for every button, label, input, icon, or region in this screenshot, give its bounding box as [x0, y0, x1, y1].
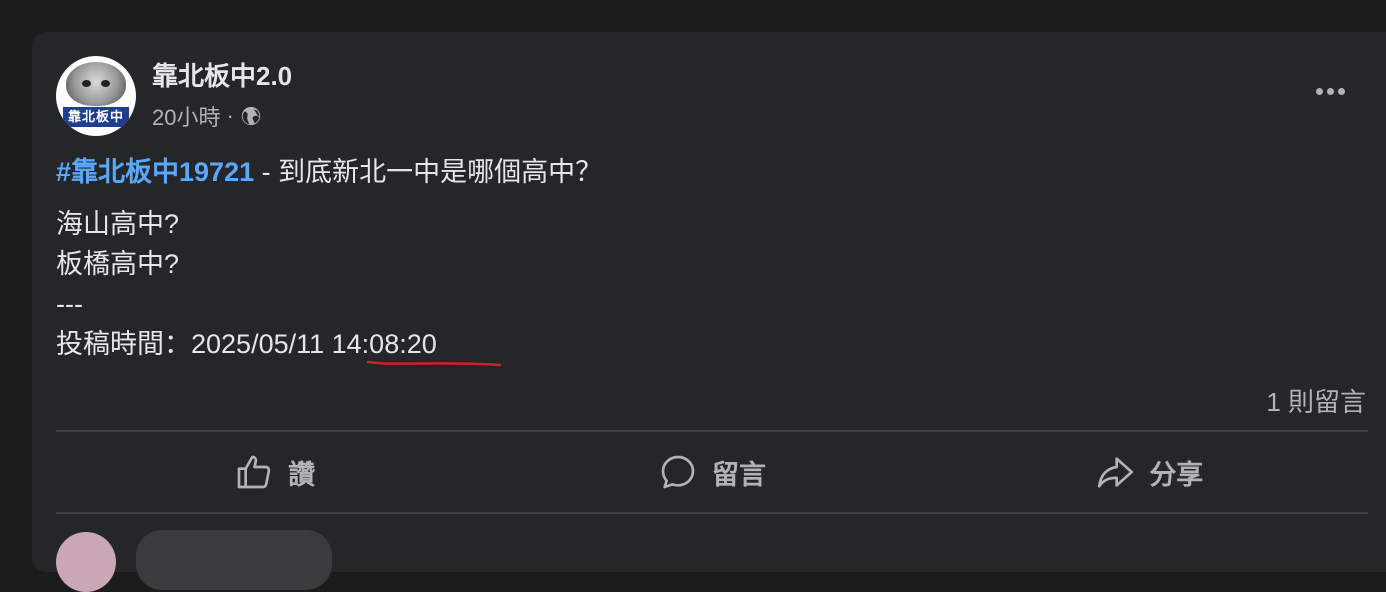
post-time-link[interactable]: 20小時	[152, 100, 220, 132]
meta-separator: ·	[226, 103, 234, 128]
hashtag-link[interactable]: #靠北板中19721	[56, 157, 254, 187]
posted-label: 投稿時間：	[56, 329, 191, 359]
like-label: 讚	[288, 459, 316, 490]
post-body: #靠北板中19721 - 到底新北一中是哪個高中？ 海山高中? 板橋高中? --…	[56, 152, 1356, 364]
post-line: ---	[56, 289, 83, 319]
commenter-avatar[interactable]	[56, 532, 116, 592]
divider-top	[56, 430, 1368, 432]
share-label: 分享	[1149, 459, 1204, 490]
logo-eye	[82, 80, 91, 87]
more-dot	[1337, 87, 1345, 95]
share-button[interactable]: 分享	[931, 434, 1368, 510]
comment-bubble-icon	[661, 455, 695, 489]
comment-count-link[interactable]: 1 則留言	[1266, 382, 1366, 419]
globe-icon[interactable]	[240, 105, 262, 127]
divider-bottom	[56, 512, 1368, 514]
share-arrow-icon	[1098, 457, 1134, 488]
avatar-logo-text: 靠北板中	[62, 106, 130, 128]
more-options-button[interactable]	[1308, 76, 1352, 106]
post-title-line: #靠北板中19721 - 到底新北一中是哪個高中？	[56, 152, 1356, 192]
comment-label: 留言	[711, 459, 766, 490]
posted-date: 2025/05/11	[191, 329, 332, 359]
dog-logo-icon	[66, 62, 126, 106]
post-title-text: - 到底新北一中是哪個高中？	[254, 157, 603, 187]
thumbs-up-icon	[237, 455, 271, 489]
post-line: 板橋高中?	[56, 249, 180, 279]
action-bar: 讚 留言 分享	[56, 434, 1368, 510]
more-dot	[1326, 87, 1334, 95]
post-card: 靠北板中 靠北板中2.0 20小時 · #靠北板中19721 - 到底新北一中是…	[32, 32, 1386, 592]
comment-bubble[interactable]	[136, 530, 332, 590]
post-line: 海山高中?	[56, 209, 180, 239]
page-name-link[interactable]: 靠北板中2.0	[152, 56, 292, 93]
like-button[interactable]: 讚	[56, 434, 493, 510]
red-underline-annotation	[366, 360, 502, 367]
post-meta: 20小時 ·	[152, 100, 262, 132]
comment-button[interactable]: 留言	[493, 434, 930, 510]
page-avatar[interactable]: 靠北板中	[56, 56, 136, 136]
posted-time: 14:08:20	[331, 329, 437, 359]
posted-time-line: 投稿時間：2025/05/11 14:08:20	[56, 324, 1356, 364]
logo-eye	[101, 80, 110, 87]
more-dots-icon	[1315, 87, 1323, 95]
